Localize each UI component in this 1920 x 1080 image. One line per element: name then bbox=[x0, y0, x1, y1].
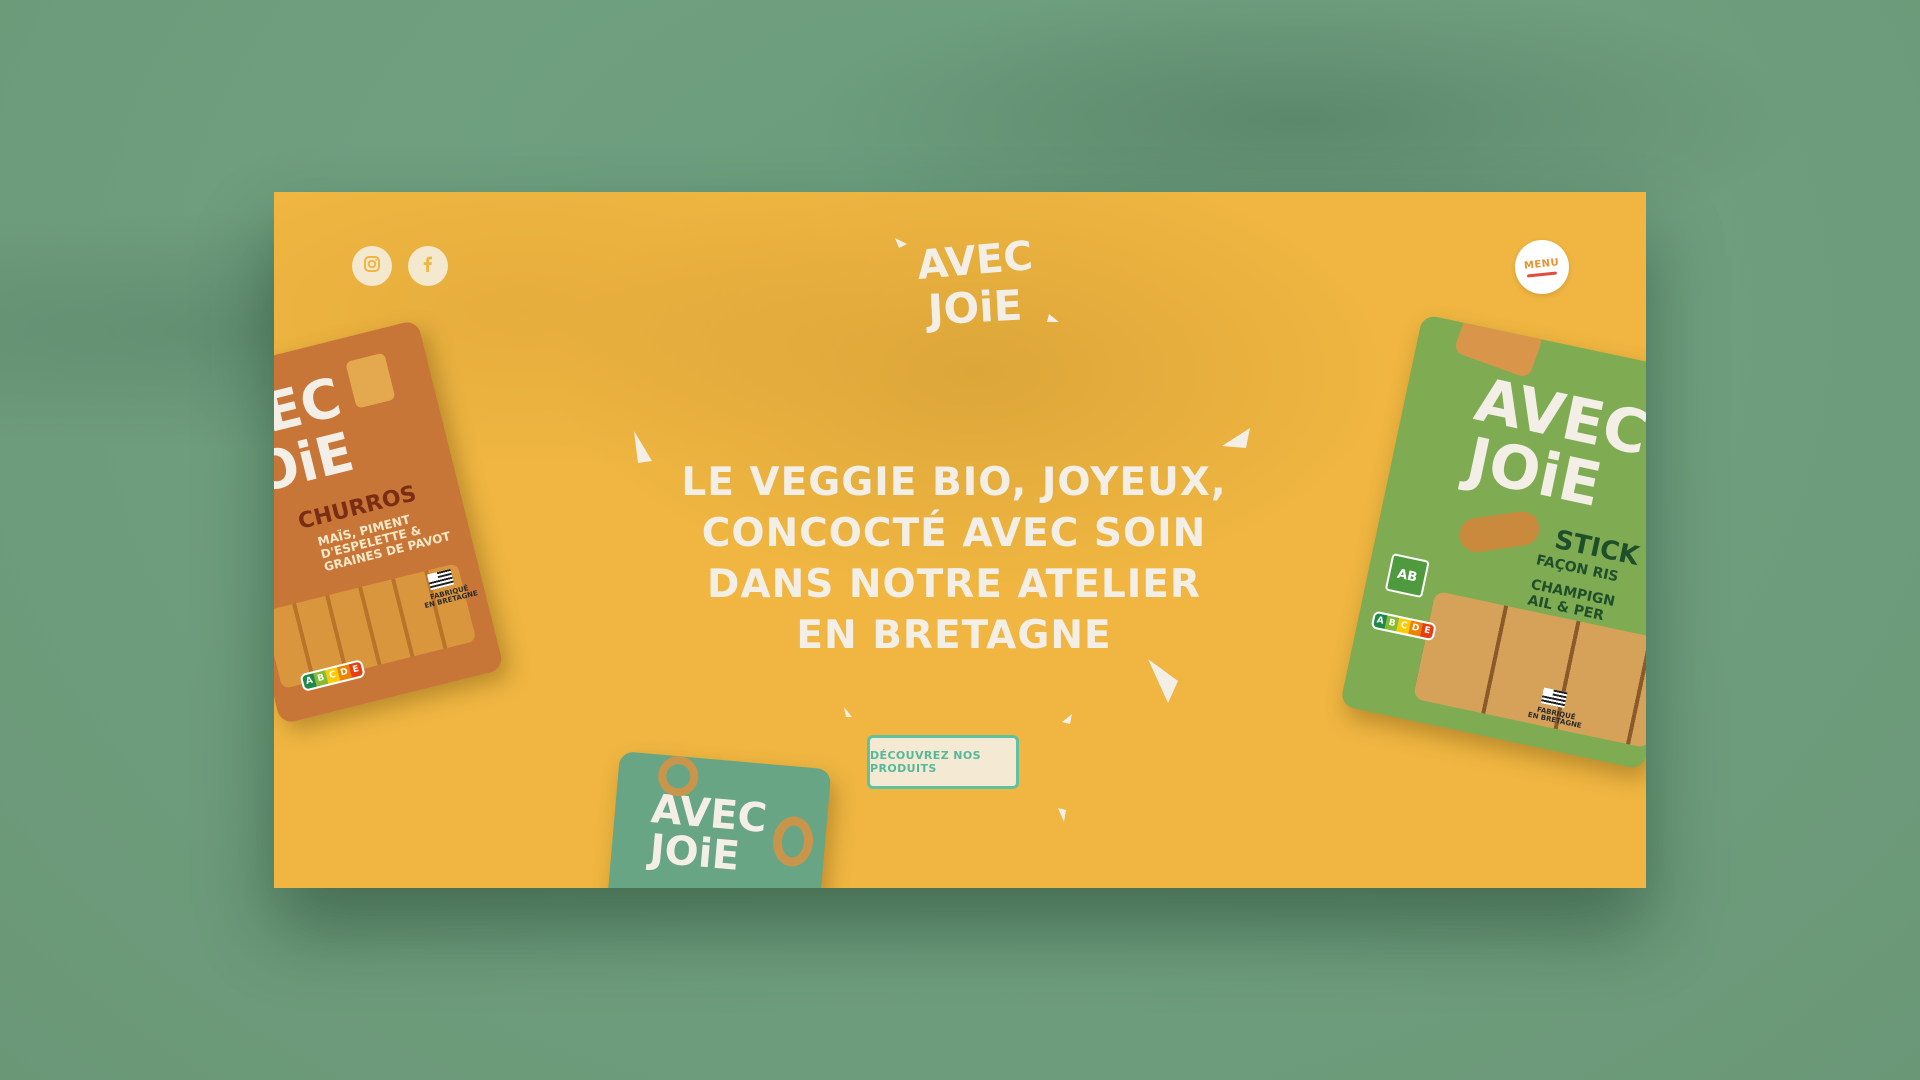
headline-line: DANS NOTRE ATELIER bbox=[707, 562, 1201, 607]
facebook-button[interactable] bbox=[408, 246, 448, 286]
organic-ab-badge: AB bbox=[1384, 553, 1430, 599]
spark-decoration bbox=[1148, 659, 1178, 703]
instagram-icon bbox=[363, 255, 381, 277]
headline-line: CONCOCTÉ AVEC SOIN bbox=[701, 511, 1207, 556]
product-photo-churro bbox=[345, 352, 396, 409]
cta-label: DÉCOUVREZ NOS PRODUITS bbox=[870, 749, 981, 775]
pack-brand-line-2: JOiE bbox=[274, 420, 360, 511]
brand-logo[interactable]: AVEC JOiE bbox=[889, 222, 1064, 342]
spark-decoration bbox=[1062, 714, 1072, 724]
logo-line-2: JOiE bbox=[924, 281, 1024, 335]
product-pack-bottom[interactable]: AVEC JOiE bbox=[604, 751, 832, 888]
website-hero-frame: AVEC JOiE MENU LE VEGGIE BIO, JOYEUX, CO… bbox=[274, 192, 1646, 888]
product-photo-stick bbox=[1457, 509, 1542, 555]
pack-brand-line-2: JOiE bbox=[647, 826, 742, 880]
instagram-button[interactable] bbox=[352, 246, 392, 286]
headline-line: LE VEGGIE BIO, JOYEUX, bbox=[681, 460, 1227, 505]
product-pack-churros[interactable]: VEC JOiE CHURROS MAÏS, PIMENT D'ESPELETT… bbox=[274, 319, 505, 725]
nutri-score-badge: A B C D E bbox=[1370, 610, 1437, 642]
discover-products-button[interactable]: DÉCOUVREZ NOS PRODUITS bbox=[867, 735, 1019, 789]
hero-headline: LE VEGGIE BIO, JOYEUX, CONCOCTÉ AVEC SOI… bbox=[644, 457, 1264, 661]
menu-underline bbox=[1526, 270, 1558, 278]
product-pack-sticks[interactable]: AVEC JOiE STICK FAÇON RIS CHAMPIGN AIL &… bbox=[1339, 314, 1646, 770]
menu-button[interactable]: MENU bbox=[1515, 240, 1569, 294]
product-photo-ring bbox=[770, 814, 816, 869]
spark-decoration bbox=[1222, 428, 1250, 448]
spark-decoration bbox=[844, 707, 852, 717]
menu-label: MENU bbox=[1523, 256, 1561, 272]
facebook-icon bbox=[419, 255, 437, 277]
spark-decoration bbox=[1058, 808, 1066, 822]
headline-line: EN BRETAGNE bbox=[796, 613, 1112, 658]
